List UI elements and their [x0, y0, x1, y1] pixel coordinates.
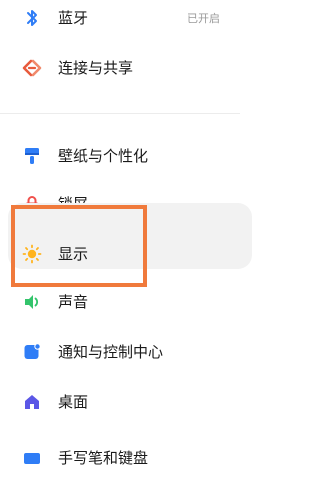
settings-item-label: 蓝牙: [58, 9, 89, 27]
settings-item-sound[interactable]: 声音: [0, 278, 232, 326]
settings-item-label: 桌面: [58, 393, 89, 411]
settings-item-label: 壁纸与个性化: [58, 147, 149, 165]
bluetooth-icon: [22, 8, 42, 28]
settings-item-connection-share[interactable]: 连接与共享: [0, 44, 232, 92]
settings-item-label: 声音: [58, 293, 89, 311]
bluetooth-status: 已开启: [187, 12, 220, 25]
connection-share-icon: [22, 58, 42, 78]
settings-item-label: 通知与控制中心: [58, 343, 164, 361]
settings-item-wallpaper[interactable]: 壁纸与个性化: [0, 132, 232, 180]
speaker-icon: [22, 292, 42, 312]
settings-item-home-screen[interactable]: 桌面: [0, 378, 232, 426]
settings-item-bluetooth[interactable]: 蓝牙 已开启: [0, 0, 232, 42]
highlight-annotation-box: [11, 205, 147, 287]
settings-item-label: 手写笔和键盘: [58, 449, 149, 467]
settings-item-notifications[interactable]: 通知与控制中心: [0, 328, 232, 376]
settings-item-stylus-keyboard[interactable]: 手写笔和键盘: [0, 434, 232, 482]
keyboard-icon: [22, 448, 42, 468]
section-divider: [0, 113, 240, 114]
wallpaper-icon: [22, 146, 42, 166]
settings-item-label: 连接与共享: [58, 59, 134, 77]
home-icon: [22, 392, 42, 412]
notification-icon: [22, 342, 42, 362]
